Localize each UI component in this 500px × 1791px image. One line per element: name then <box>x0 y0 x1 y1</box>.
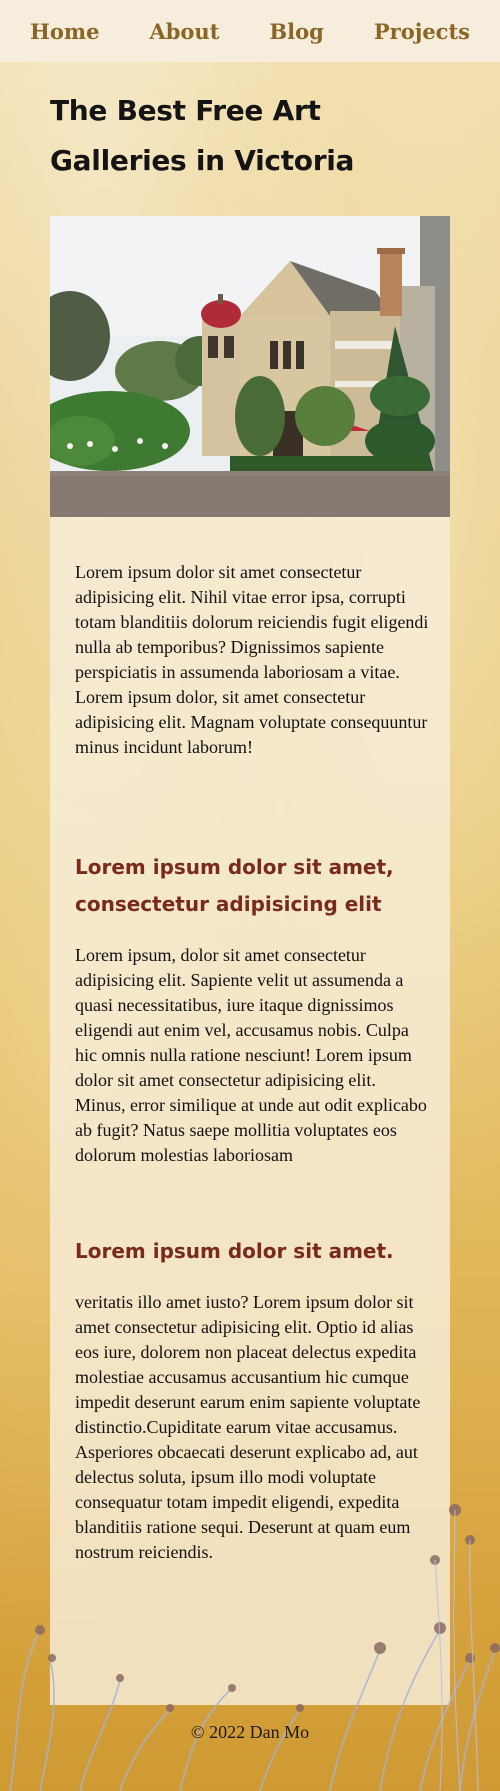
article-paragraph-1: Lorem ipsum dolor sit amet consectetur a… <box>75 562 429 757</box>
article-paragraph-2: Lorem ipsum, dolor sit amet consectetur … <box>75 945 427 1165</box>
article-subheading-1: Lorem ipsum dolor sit amet, consectetur … <box>75 855 394 916</box>
nav-link-home[interactable]: Home <box>30 19 99 44</box>
article-paragraph-3: veritatis illo amet iusto? Lorem ipsum d… <box>75 1292 421 1562</box>
article-subheading-2: Lorem ipsum dolor sit amet. <box>75 1239 394 1263</box>
gallery-building-photo <box>50 216 450 517</box>
footer-copyright: © 2022 Dan Mo <box>190 1722 310 1742</box>
nav-link-projects[interactable]: Projects <box>374 19 470 44</box>
hero-image <box>50 216 450 517</box>
nav-link-about[interactable]: About <box>149 19 219 44</box>
page-title: The Best Free Art Galleries in Victoria <box>50 94 355 177</box>
navbar: Home About Blog Projects <box>0 0 500 62</box>
nav-link-blog[interactable]: Blog <box>269 19 323 44</box>
